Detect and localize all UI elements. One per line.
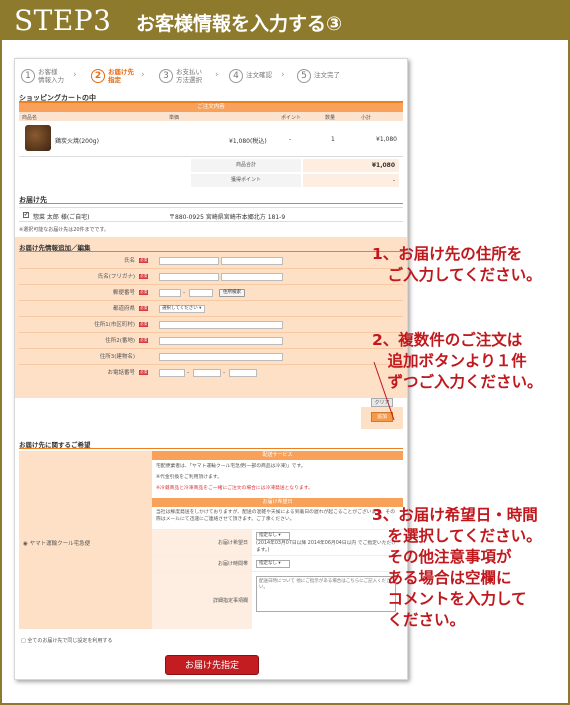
annotation-1: 1、お届け先の住所を ご入力してください。 [372,245,542,284]
annotation-2: 2、複数件のご注文は 追加ボタンより１件 ずつご入力ください。 [372,331,543,391]
annotation-3: 3、お届け希望日・時間 を選択してください。 その他注意事項が ある場合は空欄に… [372,506,542,629]
